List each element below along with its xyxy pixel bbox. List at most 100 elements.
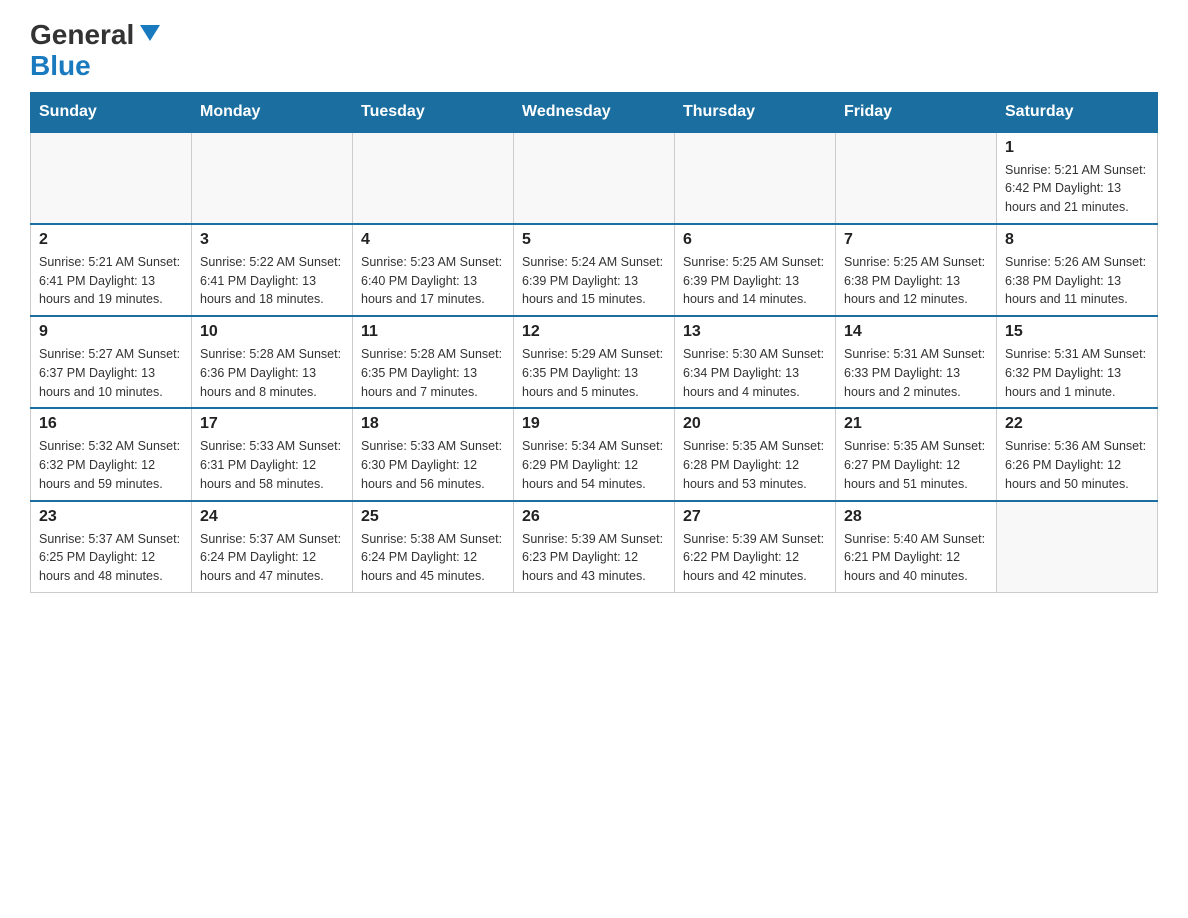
day-number: 10 <box>200 323 344 341</box>
calendar-cell: 15 Sunrise: 5:31 AM Sunset: 6:32 PM Dayli… <box>997 316 1158 408</box>
day-number: 15 <box>1005 323 1149 341</box>
day-number: 2 <box>39 231 183 249</box>
day-number: 25 <box>361 508 505 526</box>
day-number: 7 <box>844 231 988 249</box>
day-number: 16 <box>39 415 183 433</box>
page-header: General Blue <box>30 20 1158 82</box>
calendar-cell: 27Sunrise: 5:39 AM Sunset: 6:22 PM Dayli… <box>675 501 836 593</box>
day-number: 13 <box>683 323 827 341</box>
day-number: 4 <box>361 231 505 249</box>
calendar-cell: 5Sunrise: 5:24 AM Sunset: 6:39 PM Daylig… <box>514 224 675 316</box>
day-info: Sunrise: 5:38 AM Sunset: 6:24 PM Dayligh… <box>361 530 505 586</box>
calendar-cell: 21 Sunrise: 5:35 AM Sunset: 6:27 PM Dayli… <box>836 408 997 500</box>
calendar-cell: 10Sunrise: 5:28 AM Sunset: 6:36 PM Dayli… <box>192 316 353 408</box>
day-info: Sunrise: 5:32 AM Sunset: 6:32 PM Dayligh… <box>39 437 183 493</box>
header-monday: Monday <box>192 92 353 132</box>
day-info: Sunrise: 5:29 AM Sunset: 6:35 PM Dayligh… <box>522 345 666 401</box>
day-info: Sunrise: 5:27 AM Sunset: 6:37 PM Dayligh… <box>39 345 183 401</box>
logo-arrow-icon <box>136 19 164 47</box>
day-info: Sunrise: 5:21 AM Sunset: 6:42 PM Dayligh… <box>1005 161 1149 217</box>
calendar-cell: 12 Sunrise: 5:29 AM Sunset: 6:35 PM Dayli… <box>514 316 675 408</box>
header-sunday: Sunday <box>31 92 192 132</box>
calendar-week-row: 9 Sunrise: 5:27 AM Sunset: 6:37 PM Daylig… <box>31 316 1158 408</box>
calendar-cell: 11 Sunrise: 5:28 AM Sunset: 6:35 PM Dayli… <box>353 316 514 408</box>
calendar-cell: 9 Sunrise: 5:27 AM Sunset: 6:37 PM Daylig… <box>31 316 192 408</box>
day-info: Sunrise: 5:35 AM Sunset: 6:28 PM Dayligh… <box>683 437 827 493</box>
day-number: 23 <box>39 508 183 526</box>
day-number: 24 <box>200 508 344 526</box>
calendar-cell <box>997 501 1158 593</box>
calendar-header-row: Sunday Monday Tuesday Wednesday Thursday… <box>31 92 1158 132</box>
calendar-cell: 23Sunrise: 5:37 AM Sunset: 6:25 PM Dayli… <box>31 501 192 593</box>
calendar-cell: 28 Sunrise: 5:40 AM Sunset: 6:21 PM Dayli… <box>836 501 997 593</box>
day-number: 21 <box>844 415 988 433</box>
header-friday: Friday <box>836 92 997 132</box>
day-number: 27 <box>683 508 827 526</box>
day-info: Sunrise: 5:33 AM Sunset: 6:30 PM Dayligh… <box>361 437 505 493</box>
logo: General Blue <box>30 20 164 82</box>
calendar-cell: 24 Sunrise: 5:37 AM Sunset: 6:24 PM Dayli… <box>192 501 353 593</box>
day-info: Sunrise: 5:31 AM Sunset: 6:32 PM Dayligh… <box>1005 345 1149 401</box>
calendar-cell: 16 Sunrise: 5:32 AM Sunset: 6:32 PM Dayli… <box>31 408 192 500</box>
calendar-cell <box>675 132 836 224</box>
day-info: Sunrise: 5:36 AM Sunset: 6:26 PM Dayligh… <box>1005 437 1149 493</box>
day-number: 14 <box>844 323 988 341</box>
calendar-cell: 17 Sunrise: 5:33 AM Sunset: 6:31 PM Dayli… <box>192 408 353 500</box>
logo: General Blue <box>30 20 164 82</box>
day-info: Sunrise: 5:21 AM Sunset: 6:41 PM Dayligh… <box>39 253 183 309</box>
calendar-cell: 6Sunrise: 5:25 AM Sunset: 6:39 PM Daylig… <box>675 224 836 316</box>
calendar-week-row: 16 Sunrise: 5:32 AM Sunset: 6:32 PM Dayli… <box>31 408 1158 500</box>
day-number: 19 <box>522 415 666 433</box>
day-number: 8 <box>1005 231 1149 249</box>
day-number: 17 <box>200 415 344 433</box>
calendar-week-row: 1 Sunrise: 5:21 AM Sunset: 6:42 PM Daylig… <box>31 132 1158 224</box>
day-number: 26 <box>522 508 666 526</box>
day-number: 28 <box>844 508 988 526</box>
day-info: Sunrise: 5:37 AM Sunset: 6:24 PM Dayligh… <box>200 530 344 586</box>
day-info: Sunrise: 5:30 AM Sunset: 6:34 PM Dayligh… <box>683 345 827 401</box>
day-number: 3 <box>200 231 344 249</box>
day-number: 1 <box>1005 139 1149 157</box>
calendar-week-row: 23Sunrise: 5:37 AM Sunset: 6:25 PM Dayli… <box>31 501 1158 593</box>
calendar-cell: 20 Sunrise: 5:35 AM Sunset: 6:28 PM Dayli… <box>675 408 836 500</box>
header-thursday: Thursday <box>675 92 836 132</box>
day-info: Sunrise: 5:39 AM Sunset: 6:23 PM Dayligh… <box>522 530 666 586</box>
day-number: 6 <box>683 231 827 249</box>
day-info: Sunrise: 5:31 AM Sunset: 6:33 PM Dayligh… <box>844 345 988 401</box>
day-number: 18 <box>361 415 505 433</box>
calendar-cell: 26 Sunrise: 5:39 AM Sunset: 6:23 PM Dayli… <box>514 501 675 593</box>
day-info: Sunrise: 5:22 AM Sunset: 6:41 PM Dayligh… <box>200 253 344 309</box>
day-info: Sunrise: 5:28 AM Sunset: 6:35 PM Dayligh… <box>361 345 505 401</box>
calendar-cell: 13 Sunrise: 5:30 AM Sunset: 6:34 PM Dayli… <box>675 316 836 408</box>
day-number: 11 <box>361 323 505 341</box>
day-info: Sunrise: 5:35 AM Sunset: 6:27 PM Dayligh… <box>844 437 988 493</box>
day-info: Sunrise: 5:34 AM Sunset: 6:29 PM Dayligh… <box>522 437 666 493</box>
day-number: 9 <box>39 323 183 341</box>
day-number: 20 <box>683 415 827 433</box>
header-saturday: Saturday <box>997 92 1158 132</box>
header-wednesday: Wednesday <box>514 92 675 132</box>
day-number: 12 <box>522 323 666 341</box>
header-tuesday: Tuesday <box>353 92 514 132</box>
day-number: 22 <box>1005 415 1149 433</box>
calendar-cell: 4 Sunrise: 5:23 AM Sunset: 6:40 PM Daylig… <box>353 224 514 316</box>
day-info: Sunrise: 5:23 AM Sunset: 6:40 PM Dayligh… <box>361 253 505 309</box>
logo-general-text: General <box>30 20 134 51</box>
day-info: Sunrise: 5:40 AM Sunset: 6:21 PM Dayligh… <box>844 530 988 586</box>
calendar-cell: 1 Sunrise: 5:21 AM Sunset: 6:42 PM Daylig… <box>997 132 1158 224</box>
calendar-cell: 19 Sunrise: 5:34 AM Sunset: 6:29 PM Dayli… <box>514 408 675 500</box>
logo-blue-text: Blue <box>30 51 164 82</box>
calendar-cell: 8 Sunrise: 5:26 AM Sunset: 6:38 PM Daylig… <box>997 224 1158 316</box>
day-number: 5 <box>522 231 666 249</box>
day-info: Sunrise: 5:33 AM Sunset: 6:31 PM Dayligh… <box>200 437 344 493</box>
calendar-cell <box>31 132 192 224</box>
day-info: Sunrise: 5:26 AM Sunset: 6:38 PM Dayligh… <box>1005 253 1149 309</box>
calendar-cell <box>353 132 514 224</box>
calendar-cell: 22 Sunrise: 5:36 AM Sunset: 6:26 PM Dayli… <box>997 408 1158 500</box>
calendar-cell: 2 Sunrise: 5:21 AM Sunset: 6:41 PM Daylig… <box>31 224 192 316</box>
calendar-cell: 14 Sunrise: 5:31 AM Sunset: 6:33 PM Dayli… <box>836 316 997 408</box>
calendar-cell: 3 Sunrise: 5:22 AM Sunset: 6:41 PM Daylig… <box>192 224 353 316</box>
calendar-table: Sunday Monday Tuesday Wednesday Thursday… <box>30 92 1158 593</box>
calendar-week-row: 2 Sunrise: 5:21 AM Sunset: 6:41 PM Daylig… <box>31 224 1158 316</box>
calendar-cell: 25 Sunrise: 5:38 AM Sunset: 6:24 PM Dayli… <box>353 501 514 593</box>
